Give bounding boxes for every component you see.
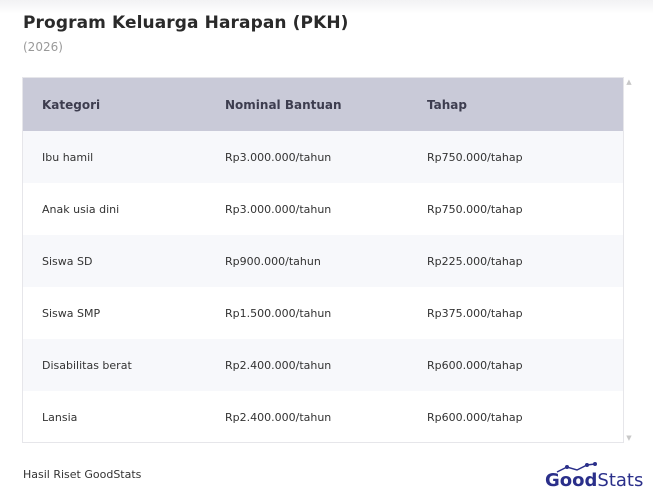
table-cell: Rp3.000.000/tahun [225,131,427,183]
table-cell: Rp375.000/tahap [427,287,623,339]
table-cell: Anak usia dini [23,183,225,235]
table-cell: Disabilitas berat [23,339,225,391]
table-cell: Rp2.400.000/tahun [225,339,427,391]
scroll-up-icon[interactable]: ▲ [625,77,633,87]
table-cell: Siswa SMP [23,287,225,339]
table-row: Siswa SD Rp900.000/tahun Rp225.000/tahap [23,235,623,287]
data-table-container: Kategori Nominal Bantuan Tahap Ibu hamil… [22,77,624,443]
scroll-down-icon[interactable]: ▼ [625,433,633,443]
table-cell: Rp1.500.000/tahun [225,287,427,339]
table-row: Disabilitas berat Rp2.400.000/tahun Rp60… [23,339,623,391]
goodstats-logo: GoodStats [545,462,643,492]
column-header-tahap: Tahap [427,78,623,131]
table-row: Siswa SMP Rp1.500.000/tahun Rp375.000/ta… [23,287,623,339]
table-row: Anak usia dini Rp3.000.000/tahun Rp750.0… [23,183,623,235]
page-title: Program Keluarga Harapan (PKH) [23,13,349,33]
table-cell: Rp600.000/tahap [427,339,623,391]
table-row: Ibu hamil Rp3.000.000/tahun Rp750.000/ta… [23,131,623,183]
data-table: Kategori Nominal Bantuan Tahap Ibu hamil… [23,78,623,442]
table-cell: Rp2.400.000/tahun [225,391,427,442]
table-cell: Rp225.000/tahap [427,235,623,287]
top-shadow [0,0,653,14]
page-subtitle: (2026) [23,40,63,54]
table-cell: Rp900.000/tahun [225,235,427,287]
table-cell: Ibu hamil [23,131,225,183]
logo-light-text: Stats [597,470,644,491]
table-row: Lansia Rp2.400.000/tahun Rp600.000/tahap [23,391,623,442]
table-cell: Rp750.000/tahap [427,131,623,183]
table-header-row: Kategori Nominal Bantuan Tahap [23,78,623,131]
table-cell: Rp3.000.000/tahun [225,183,427,235]
table-scrollbar[interactable]: ▲ ▼ [625,77,633,443]
table-cell: Rp600.000/tahap [427,391,623,442]
source-note: Hasil Riset GoodStats [23,468,142,481]
table-cell: Siswa SD [23,235,225,287]
table-cell: Lansia [23,391,225,442]
table-cell: Rp750.000/tahap [427,183,623,235]
column-header-nominal: Nominal Bantuan [225,78,427,131]
column-header-kategori: Kategori [23,78,225,131]
logo-bold-text: Good [545,470,598,491]
goodstats-logo-text: GoodStats [545,470,643,491]
